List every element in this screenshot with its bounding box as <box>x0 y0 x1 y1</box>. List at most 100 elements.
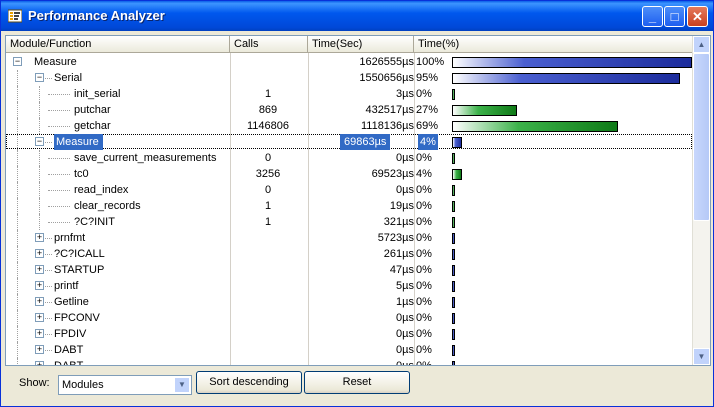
table-row[interactable]: + prnfmt 5723µs 0% <box>6 230 692 246</box>
tree-line <box>17 246 18 262</box>
expand-icon[interactable]: + <box>35 329 44 338</box>
reset-button[interactable]: Reset <box>304 371 410 394</box>
time-percent-value: 4% <box>418 134 438 150</box>
table-row[interactable]: + FPDIV 0µs 0% <box>6 326 692 342</box>
chevron-down-icon[interactable]: ▼ <box>174 377 190 393</box>
close-button[interactable]: ✕ <box>687 6 708 27</box>
table-row[interactable]: + printf 5µs 0% <box>6 278 692 294</box>
time-value: 0µs <box>396 344 414 356</box>
tree-line <box>39 86 40 102</box>
column-header-calls[interactable]: Calls <box>230 36 308 53</box>
function-name: FPDIV <box>54 328 87 340</box>
table-row[interactable]: getchar 1146806 1118136µs 69% <box>6 118 692 134</box>
tree-line <box>39 118 40 134</box>
time-percent-bar <box>452 57 692 68</box>
function-name: init_serial <box>74 88 121 100</box>
collapse-icon[interactable]: − <box>35 73 44 82</box>
tree-line <box>39 182 40 198</box>
time-percent-bar <box>452 361 455 365</box>
calls-value <box>230 358 306 365</box>
time-value: 0µs <box>396 152 414 164</box>
time-percent-bar <box>452 121 618 132</box>
time-percent-bar <box>452 217 455 228</box>
tree-line <box>17 326 18 342</box>
show-select[interactable]: Modules ▼ <box>58 375 192 395</box>
calls-value <box>230 230 306 246</box>
time-percent-value: 0% <box>416 248 432 260</box>
show-select-value: Modules <box>62 379 104 391</box>
time-percent-value: 69% <box>416 120 439 132</box>
time-percent-value: 0% <box>416 200 432 212</box>
tree-line <box>17 150 18 166</box>
table-row[interactable]: − Measure 69863µs 4% <box>6 134 692 150</box>
table-row[interactable]: putchar 869 432517µs 27% <box>6 102 692 118</box>
column-header-module[interactable]: Module/Function <box>6 36 230 53</box>
column-header-time-pct[interactable]: Time(%) <box>414 36 694 53</box>
scroll-thumb[interactable] <box>693 53 710 221</box>
table-row[interactable]: + DABT 0µs 0% <box>6 342 692 358</box>
time-percent-bar <box>452 329 455 340</box>
function-name: prnfmt <box>54 232 86 244</box>
tree-line <box>48 222 70 223</box>
time-percent-value: 0% <box>416 312 432 324</box>
tree-line <box>45 350 52 351</box>
function-name: ?C?INIT <box>74 216 115 228</box>
expand-icon[interactable]: + <box>35 297 44 306</box>
time-value: 5723µs <box>377 232 414 244</box>
tree-line <box>39 214 40 230</box>
expand-icon[interactable]: + <box>35 345 44 354</box>
time-value: 1626555µs <box>359 56 414 68</box>
sort-descending-button[interactable]: Sort descending <box>196 371 302 394</box>
calls-value <box>230 278 306 294</box>
minimize-button[interactable]: _ <box>642 6 663 27</box>
title-bar[interactable]: Performance Analyzer _ □ ✕ <box>1 1 713 31</box>
tree-line <box>17 230 18 246</box>
time-value: 69863µs <box>340 134 391 150</box>
tree-line <box>45 254 52 255</box>
function-name: DABT <box>54 360 84 366</box>
table-row[interactable]: + DABT 0µs 0% <box>6 358 692 366</box>
function-name: getchar <box>74 120 111 132</box>
time-percent-value: 0% <box>416 360 432 366</box>
table-row[interactable]: + STARTUP 47µs 0% <box>6 262 692 278</box>
vertical-scrollbar[interactable]: ▲ ▼ <box>692 36 710 365</box>
maximize-button[interactable]: □ <box>664 6 685 27</box>
time-value: 1550656µs <box>359 72 414 84</box>
tree-line <box>45 318 52 319</box>
table-row[interactable]: save_current_measurements 0 0µs 0% <box>6 150 692 166</box>
table-row[interactable]: − Serial 1550656µs 95% <box>6 70 692 86</box>
table-row[interactable]: read_index 0 0µs 0% <box>6 182 692 198</box>
table-row[interactable]: + Getline 1µs 0% <box>6 294 692 310</box>
function-name: Serial <box>54 72 83 84</box>
time-percent-value: 100% <box>416 56 445 68</box>
show-label: Show: <box>19 377 50 389</box>
calls-value: 1146806 <box>246 120 289 132</box>
scroll-down-button[interactable]: ▼ <box>693 348 710 365</box>
expand-icon[interactable]: + <box>35 265 44 274</box>
table-row[interactable]: clear_records 1 19µs 0% <box>6 198 692 214</box>
time-value: 47µs <box>389 264 414 276</box>
time-percent-bar <box>452 169 462 180</box>
table-row[interactable]: init_serial 1 3µs 0% <box>6 86 692 102</box>
collapse-icon[interactable]: − <box>13 57 22 66</box>
time-percent-bar <box>452 313 455 324</box>
column-header-time[interactable]: Time(Sec) <box>308 36 414 53</box>
expand-icon[interactable]: + <box>35 233 44 242</box>
tree-line <box>39 166 40 182</box>
time-percent-bar <box>452 249 455 260</box>
table-row[interactable]: ?C?INIT 1 321µs 0% <box>6 214 692 230</box>
table-row[interactable]: + FPCONV 0µs 0% <box>6 310 692 326</box>
table-row[interactable]: + ?C?ICALL 261µs 0% <box>6 246 692 262</box>
expand-icon[interactable]: + <box>35 281 44 290</box>
table-row[interactable]: tc0 3256 69523µs 4% <box>6 166 692 182</box>
tree-line <box>45 238 52 239</box>
expand-icon[interactable]: + <box>35 249 44 258</box>
tree-line <box>48 94 70 95</box>
table-row[interactable]: − Measure 1626555µs 100% <box>6 54 692 70</box>
scroll-up-button[interactable]: ▲ <box>693 36 710 53</box>
expand-icon[interactable]: + <box>35 361 44 365</box>
expand-icon[interactable]: + <box>35 313 44 322</box>
calls-value <box>230 262 306 278</box>
function-tree-list[interactable]: Module/Function Calls Time(Sec) Time(%) … <box>5 35 711 366</box>
tree-line <box>48 190 70 191</box>
